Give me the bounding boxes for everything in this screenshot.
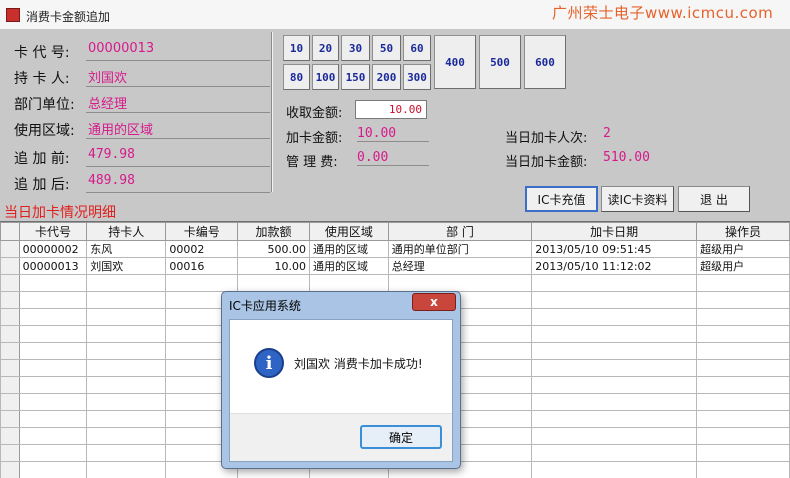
card-holder-label: 持 卡 人: xyxy=(14,71,70,87)
daily-count-label: 当日加卡人次: xyxy=(505,131,588,146)
card-info-panel: 卡 代 号: 00000013 持 卡 人: 刘国欢 部门单位: 总经理 使用区… xyxy=(2,32,270,196)
empty-row xyxy=(0,274,790,292)
app-icon xyxy=(6,8,20,22)
card-code-value: 00000013 xyxy=(86,41,270,61)
table-cell[interactable]: 2013/05/10 11:12:02 xyxy=(531,257,698,275)
row-indicator[interactable] xyxy=(0,257,20,275)
table-cell[interactable]: 00000013 xyxy=(18,257,88,275)
panel-divider xyxy=(271,32,273,192)
collect-amount-label: 收取金额: xyxy=(286,106,343,121)
balance-before-row: 追 加 前: 479.98 xyxy=(14,144,270,170)
amount-button-30[interactable]: 30 xyxy=(341,35,370,61)
close-icon: x xyxy=(430,295,438,309)
ok-button[interactable]: 确定 xyxy=(360,425,442,449)
dialog-body: i 刘国欢 消费卡加卡成功! 确定 xyxy=(229,319,453,462)
area-value: 通用的区域 xyxy=(86,119,270,139)
row-indicator[interactable] xyxy=(0,240,20,258)
column-header[interactable]: 卡代号 xyxy=(18,222,88,241)
exit-button[interactable]: 退 出 xyxy=(678,186,750,212)
table-row[interactable]: 00000013 刘国欢 00016 10.00 通用的区域 总经理 2013/… xyxy=(0,257,790,275)
table-cell[interactable]: 00000002 xyxy=(18,240,88,258)
table-cell[interactable]: 00016 xyxy=(165,257,239,275)
info-icon: i xyxy=(254,348,284,378)
add-amount-value: 10.00 xyxy=(357,126,429,142)
table-cell[interactable]: 刘国欢 xyxy=(86,257,167,275)
table-cell[interactable]: 500.00 xyxy=(237,240,311,258)
column-header[interactable]: 加卡日期 xyxy=(531,222,698,241)
column-header[interactable]: 持卡人 xyxy=(86,222,167,241)
table-cell[interactable]: 总经理 xyxy=(387,257,533,275)
table-cell[interactable]: 通用的单位部门 xyxy=(387,240,533,258)
watermark: 广州荣士电子www.icmcu.com xyxy=(552,4,774,22)
amount-button-80[interactable]: 80 xyxy=(283,64,310,90)
management-fee-label: 管 理 费: xyxy=(286,155,338,170)
table-cell[interactable]: 2013/05/10 09:51:45 xyxy=(531,240,698,258)
amount-button-200[interactable]: 200 xyxy=(372,64,401,90)
window-title: 消费卡金额追加 xyxy=(26,10,111,24)
column-header[interactable]: 加款额 xyxy=(237,222,311,241)
balance-before-label: 追 加 前: xyxy=(14,151,70,167)
management-fee-value: 0.00 xyxy=(357,150,429,166)
card-holder-value: 刘国欢 xyxy=(86,67,270,87)
amount-button-400[interactable]: 400 xyxy=(434,35,476,89)
table-cell[interactable]: 通用的区域 xyxy=(309,257,389,275)
ic-card-recharge-button[interactable]: IC卡充值 xyxy=(525,186,598,212)
balance-after-value: 489.98 xyxy=(86,173,270,193)
row-indicator-header xyxy=(0,222,20,241)
amount-button-500[interactable]: 500 xyxy=(479,35,521,89)
title-bar: 消费卡金额追加 广州荣士电子www.icmcu.com xyxy=(0,0,790,30)
dialog-close-button[interactable]: x xyxy=(412,293,456,311)
column-header[interactable]: 部 门 xyxy=(387,222,533,241)
column-header[interactable]: 使用区域 xyxy=(309,222,389,241)
section-title: 当日加卡情况明细 xyxy=(4,205,116,221)
column-header[interactable]: 卡编号 xyxy=(165,222,239,241)
dept-row: 部门单位: 总经理 xyxy=(14,90,270,116)
card-code-label: 卡 代 号: xyxy=(14,45,70,61)
amount-button-600[interactable]: 600 xyxy=(524,35,566,89)
message-dialog: IC卡应用系统 x i 刘国欢 消费卡加卡成功! 确定 xyxy=(221,291,461,469)
table-row[interactable]: 00000002 东风 00002 500.00 通用的区域 通用的单位部门 2… xyxy=(0,240,790,258)
add-amount-label: 加卡金额: xyxy=(286,131,343,146)
daily-amount-label: 当日加卡金额: xyxy=(505,155,588,170)
amount-button-10[interactable]: 10 xyxy=(283,35,310,61)
table-cell[interactable]: 超级用户 xyxy=(696,240,790,258)
amount-button-60[interactable]: 60 xyxy=(403,35,431,61)
dept-value: 总经理 xyxy=(86,93,270,113)
amount-button-100[interactable]: 100 xyxy=(312,64,339,90)
balance-after-row: 追 加 后: 489.98 xyxy=(14,170,270,196)
dept-label: 部门单位: xyxy=(14,97,75,113)
balance-before-value: 479.98 xyxy=(86,147,270,167)
read-ic-card-button[interactable]: 读IC卡资料 xyxy=(601,186,674,212)
column-header[interactable]: 操作员 xyxy=(696,222,790,241)
amount-button-50[interactable]: 50 xyxy=(372,35,401,61)
table-cell[interactable]: 00002 xyxy=(165,240,239,258)
amount-button-150[interactable]: 150 xyxy=(341,64,370,90)
daily-amount-value: 510.00 xyxy=(603,150,650,165)
table-cell[interactable]: 超级用户 xyxy=(696,257,790,275)
card-holder-row: 持 卡 人: 刘国欢 xyxy=(14,64,270,90)
card-code-row: 卡 代 号: 00000013 xyxy=(14,38,270,64)
dialog-message: 刘国欢 消费卡加卡成功! xyxy=(294,357,423,371)
collect-amount-input[interactable]: 10.00 xyxy=(355,100,427,119)
balance-after-label: 追 加 后: xyxy=(14,177,70,193)
table-cell[interactable]: 通用的区域 xyxy=(309,240,389,258)
table-cell[interactable]: 10.00 xyxy=(237,257,311,275)
area-row: 使用区域: 通用的区域 xyxy=(14,116,270,142)
table-cell[interactable]: 东风 xyxy=(86,240,167,258)
dialog-footer: 确定 xyxy=(230,413,452,461)
card-form: 卡 代 号: 00000013 持 卡 人: 刘国欢 部门单位: 总经理 使用区… xyxy=(0,30,790,212)
daily-count-value: 2 xyxy=(603,126,611,141)
amount-button-300[interactable]: 300 xyxy=(403,64,431,90)
amount-button-20[interactable]: 20 xyxy=(312,35,339,61)
area-label: 使用区域: xyxy=(14,123,75,139)
dialog-title: IC卡应用系统 xyxy=(229,299,301,313)
table-header-row: 卡代号 持卡人 卡编号 加款额 使用区域 部 门 加卡日期 操作员 xyxy=(0,222,790,241)
